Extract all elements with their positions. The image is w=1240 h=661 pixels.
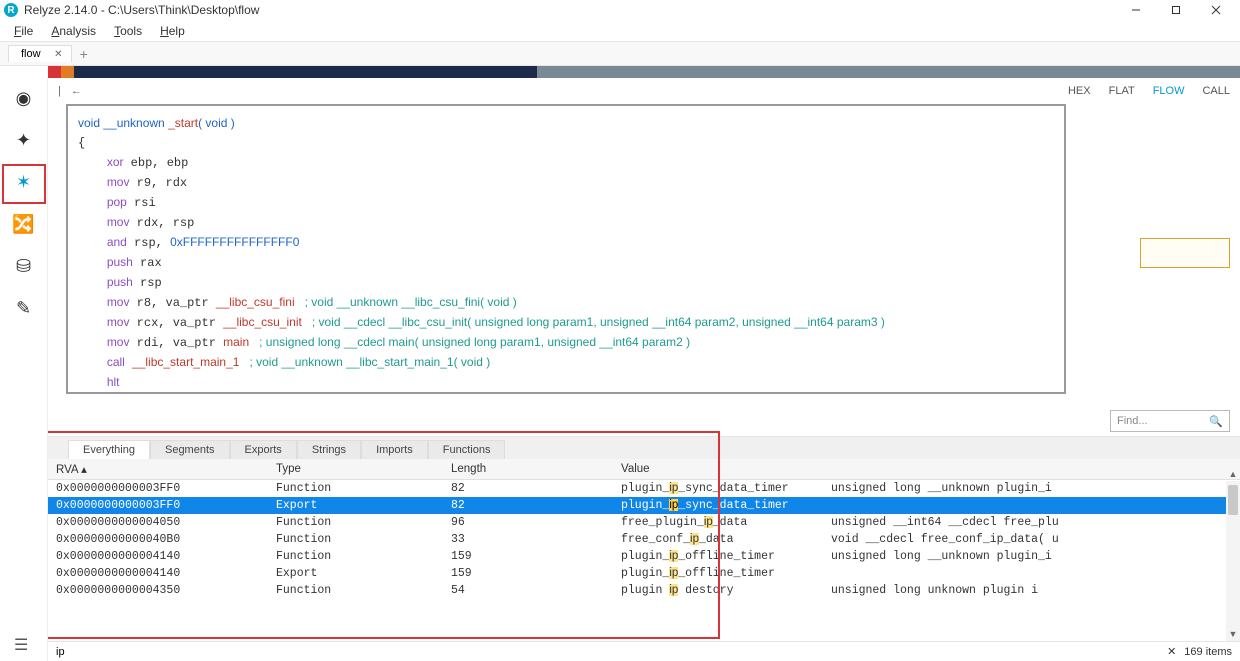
scroll-down-icon[interactable]: ▼ — [1226, 627, 1240, 641]
table-row[interactable]: 0x0000000000004140Export159plugin_ip_off… — [48, 565, 1240, 582]
minimap-viewport[interactable] — [1140, 238, 1230, 268]
scroll-up-icon[interactable]: ▲ — [1226, 467, 1240, 481]
sidebar-overview-icon[interactable]: ◉ — [12, 86, 36, 110]
find-placeholder: Find... — [1117, 415, 1148, 427]
close-icon[interactable]: ✕ — [54, 49, 62, 60]
column-header[interactable]: Length — [443, 459, 613, 480]
close-button[interactable] — [1196, 0, 1236, 20]
view-mode-flow[interactable]: FLOW — [1153, 85, 1185, 97]
menu-file[interactable]: File — [6, 22, 41, 40]
menubar: FileAnalysisToolsHelp — [0, 20, 1240, 42]
find-input[interactable]: Find... 🔍 — [1110, 410, 1230, 432]
bottom-tab-imports[interactable]: Imports — [361, 440, 428, 459]
app-logo-icon: R — [4, 3, 18, 17]
sidebar-data-icon[interactable]: ⛁ — [12, 254, 36, 278]
bottom-tab-strings[interactable]: Strings — [297, 440, 361, 459]
cursor-icon[interactable]: | — [58, 85, 61, 97]
doc-tab-label: flow — [21, 48, 41, 60]
titlebar: R Relyze 2.14.0 - C:\Users\Think\Desktop… — [0, 0, 1240, 20]
clear-filter-icon[interactable]: ✕ — [1167, 645, 1176, 658]
bottom-tab-everything[interactable]: Everything — [68, 440, 150, 459]
view-mode-call[interactable]: CALL — [1202, 85, 1230, 97]
items-count: 169 items — [1184, 646, 1232, 658]
memory-segment[interactable] — [537, 66, 1240, 78]
view-toolbar: | ← HEX FLAT FLOW CALL — [48, 78, 1240, 104]
bottom-tab-segments[interactable]: Segments — [150, 440, 230, 459]
view-mode-hex[interactable]: HEX — [1068, 85, 1091, 97]
bottom-panel: EverythingSegmentsExportsStringsImportsF… — [48, 436, 1240, 661]
filter-row: ✕ 169 items — [48, 641, 1240, 661]
back-arrow-icon[interactable]: ← — [71, 85, 82, 97]
minimize-button[interactable] — [1116, 0, 1156, 20]
sidebar-edit-icon[interactable]: ✎ — [12, 296, 36, 320]
table-row[interactable]: 0x0000000000004050Function96free_plugin_… — [48, 514, 1240, 531]
settings-icon[interactable]: ☰ — [14, 635, 28, 655]
vertical-scrollbar[interactable]: ▲ ▼ — [1226, 481, 1240, 641]
bottom-tab-exports[interactable]: Exports — [230, 440, 297, 459]
menu-tools[interactable]: Tools — [106, 22, 150, 40]
document-tabs: flow ✕ + — [0, 42, 1240, 66]
view-mode-flat[interactable]: FLAT — [1109, 85, 1135, 97]
memory-segment[interactable] — [74, 66, 536, 78]
menu-help[interactable]: Help — [152, 22, 193, 40]
memory-segment[interactable] — [61, 66, 74, 78]
bottom-tab-functions[interactable]: Functions — [428, 440, 506, 459]
table-row[interactable]: 0x0000000000003FF0Export82plugin_ip_sync… — [48, 497, 1240, 514]
window-title: Relyze 2.14.0 - C:\Users\Think\Desktop\f… — [24, 3, 259, 17]
column-header[interactable]: Type — [268, 459, 443, 480]
table-row[interactable]: 0x0000000000004140Function159plugin_ip_o… — [48, 548, 1240, 565]
sidebar-plugins-icon[interactable]: ✦ — [12, 128, 36, 152]
bottom-tabs: EverythingSegmentsExportsStringsImportsF… — [48, 437, 1240, 459]
doc-tab-flow[interactable]: flow ✕ — [8, 45, 72, 62]
left-sidebar: ◉ ✦ ✶ 🔀 ⛁ ✎ — [0, 78, 48, 661]
column-header[interactable]: RVA ▴ — [48, 459, 268, 480]
table-row[interactable]: 0x00000000000040B0Function33free_conf_ip… — [48, 531, 1240, 548]
sidebar-shuffle-icon[interactable]: 🔀 — [12, 212, 36, 236]
maximize-button[interactable] — [1156, 0, 1196, 20]
column-header[interactable] — [823, 459, 1240, 480]
sidebar-graph-icon[interactable]: ✶ — [12, 170, 36, 194]
window-controls — [1116, 0, 1236, 20]
menu-analysis[interactable]: Analysis — [43, 22, 104, 40]
minimap[interactable] — [1110, 104, 1240, 394]
scrollbar-thumb[interactable] — [1228, 485, 1238, 515]
filter-input[interactable] — [56, 646, 256, 658]
table-row[interactable]: 0x0000000000003FF0Function82plugin_ip_sy… — [48, 480, 1240, 498]
memory-segment[interactable] — [48, 66, 61, 78]
column-header[interactable]: Value — [613, 459, 823, 480]
table-row[interactable]: 0x0000000000004350Function54plugin ip de… — [48, 582, 1240, 599]
items-table[interactable]: RVA ▴TypeLengthValue 0x0000000000003FF0F… — [48, 459, 1240, 599]
disassembly-view[interactable]: void __unknown _start( void ) { xor ebp,… — [66, 104, 1066, 394]
search-icon[interactable]: 🔍 — [1209, 415, 1223, 428]
new-tab-button[interactable]: + — [80, 46, 88, 62]
memory-map-strip[interactable] — [48, 66, 1240, 78]
